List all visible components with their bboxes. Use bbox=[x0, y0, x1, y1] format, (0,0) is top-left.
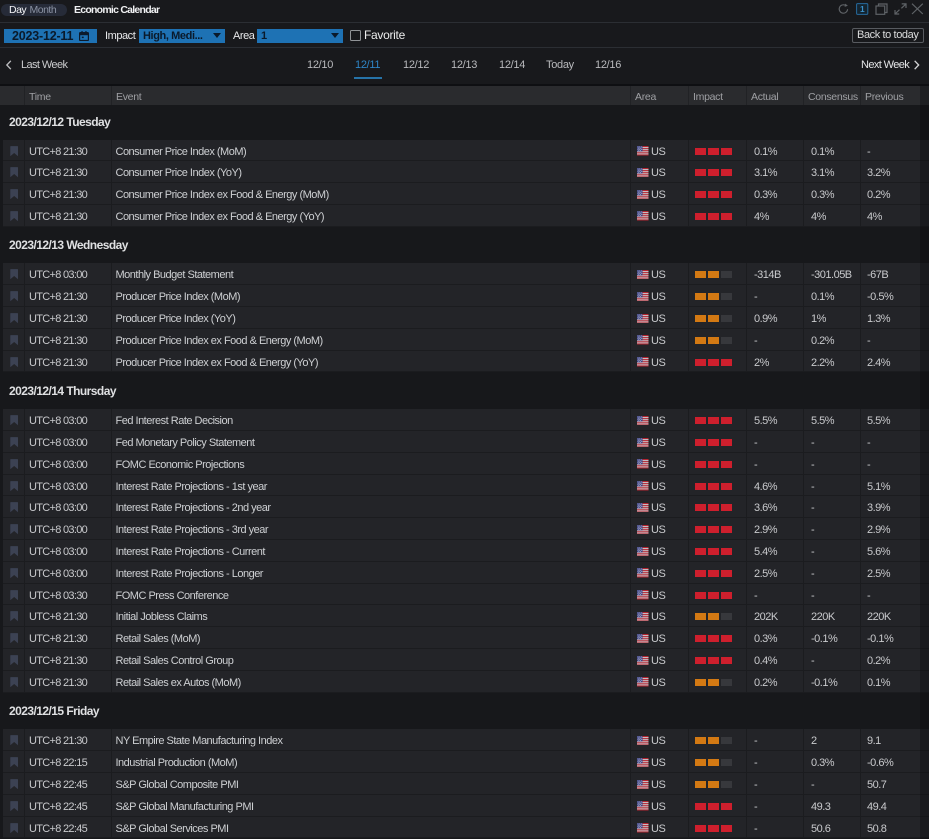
svg-text:1: 1 bbox=[860, 4, 865, 14]
